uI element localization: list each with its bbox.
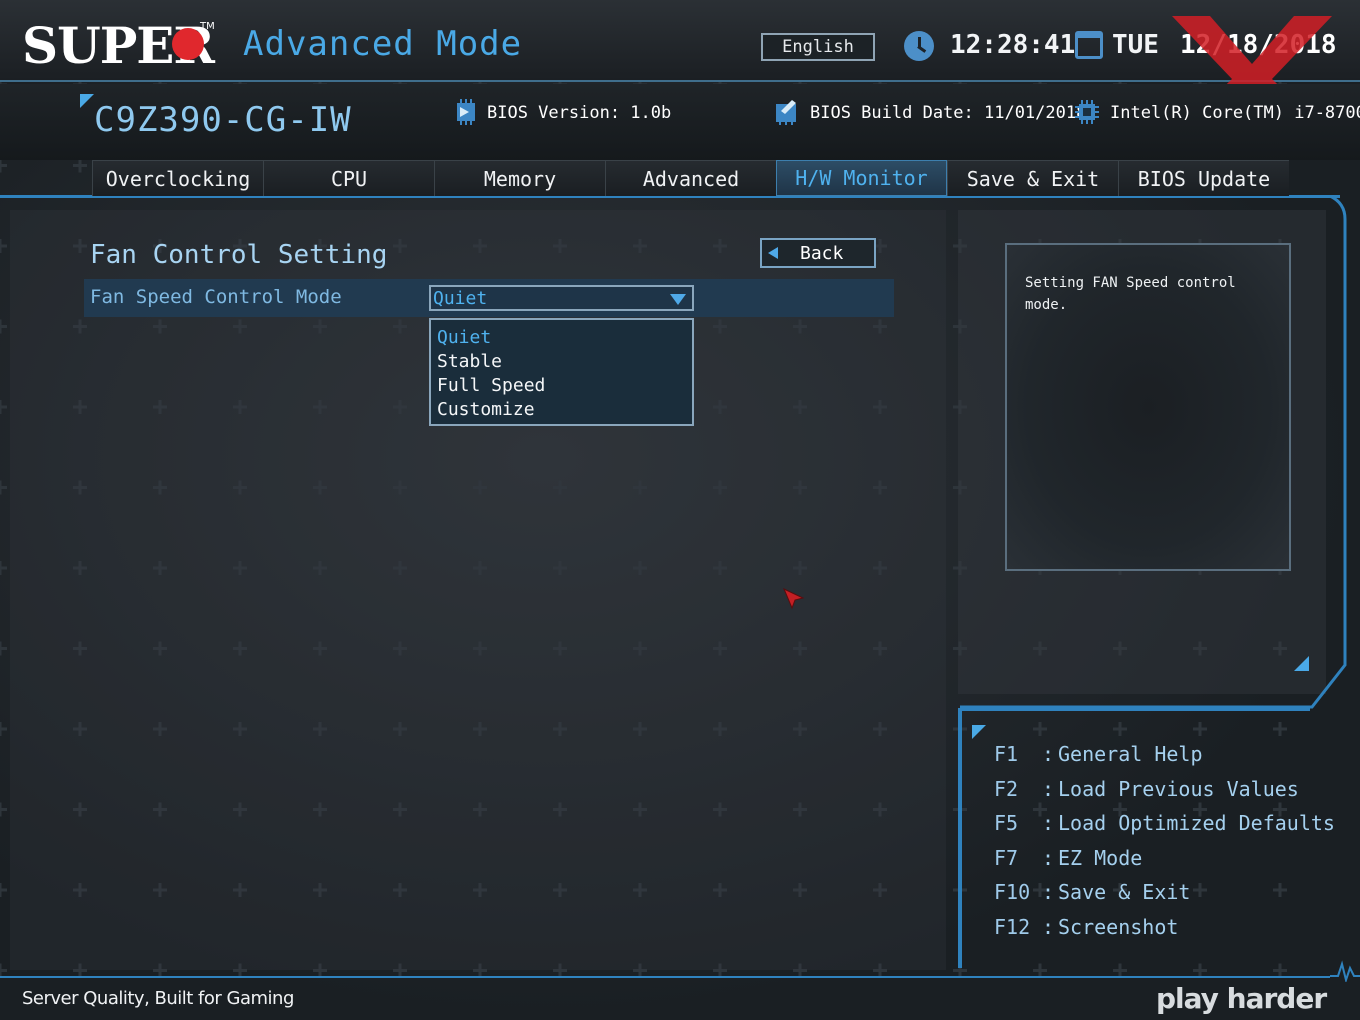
mouse-cursor-icon [783,588,805,610]
mode-title: Advanced Mode [243,24,523,64]
footer-tagline: play harder [1156,982,1327,1015]
tab-save-exit[interactable]: Save & Exit [947,160,1118,196]
key-row-f10: F10: Save & Exit [994,880,1191,904]
key-label: F2 [994,776,1019,801]
key-action: General Help [1058,742,1203,766]
board-model: C9Z390-CG-IW [94,100,352,140]
tab-hw-monitor[interactable]: H/W Monitor [776,160,947,196]
calendar-icon [1075,31,1103,59]
fan-speed-mode-select[interactable]: Quiet [429,285,694,311]
dropdown-option-quiet[interactable]: Quiet [431,326,692,350]
build-tool-icon [776,100,796,125]
tab-memory[interactable]: Memory [434,160,605,196]
key-action: Screenshot [1058,914,1179,939]
key-legend-frame-side [958,710,962,968]
clock-icon [904,31,934,61]
footer-slogan: Server Quality, Built for Gaming [22,988,294,1009]
key-legend: F1: General Help F2: Load Previous Values … [994,742,1335,949]
dropdown-option-customize[interactable]: Customize [431,398,692,422]
key-row-f7: F7: EZ Mode [994,845,1143,870]
cpu-icon [1075,100,1099,124]
back-button[interactable]: Back [760,238,876,268]
tab-overclocking[interactable]: Overclocking [92,160,263,196]
bios-chip-icon [457,99,475,125]
footer-divider [0,976,1330,978]
key-row-f12: F12: Screenshot [994,914,1179,939]
section-title: Fan Control Setting [90,240,388,270]
key-row-f1: F1: General Help [994,742,1203,766]
dropdown-arrow-icon [670,294,686,305]
logo-trademark: TM [200,21,215,32]
key-action: Load Previous Values [1058,776,1299,801]
corner-marker [1294,656,1309,671]
key-label: F12 [994,914,1031,939]
logo-red-dot [172,28,204,60]
bios-build-date: BIOS Build Date: 11/01/2018 [810,103,1087,123]
main-tabs: Overclocking CPU Memory Advanced H/W Mon… [92,160,1289,196]
tab-cpu[interactable]: CPU [263,160,434,196]
fan-speed-mode-label: Fan Speed Control Mode [90,286,342,308]
key-label: F7 [994,845,1019,870]
language-select[interactable]: English [761,33,875,61]
key-action: EZ Mode [1058,845,1143,870]
fan-speed-mode-dropdown: Quiet Stable Full Speed Customize [429,318,694,426]
tab-advanced[interactable]: Advanced [605,160,776,196]
back-arrow-icon [768,247,778,259]
system-time[interactable]: 12:28:41 [950,30,1075,60]
system-day: TUE [1112,30,1159,60]
pulse-line-icon [1330,960,1360,982]
corner-marker [80,94,94,108]
key-action: Load Optimized Defaults [1058,811,1335,835]
key-row-f5: F5: Load Optimized Defaults [994,811,1335,835]
corner-marker [972,725,986,739]
dropdown-option-full-speed[interactable]: Full Speed [431,374,692,398]
fan-speed-mode-value: Quiet [433,288,488,309]
tab-bios-update[interactable]: BIOS Update [1118,160,1289,196]
key-action: Save & Exit [1058,880,1191,904]
bios-version: BIOS Version: 1.0b [487,103,672,123]
help-description: Setting FAN Speed control mode. [1025,275,1236,313]
key-label: F10 [994,880,1031,904]
back-button-label: Back [800,242,844,264]
key-label: F5 [994,811,1019,835]
dropdown-option-stable[interactable]: Stable [431,350,692,374]
key-label: F1 [994,742,1019,766]
key-row-f2: F2: Load Previous Values [994,776,1299,801]
cpu-info: Intel(R) Core(TM) i7-8700K [1110,103,1360,123]
key-legend-frame [958,708,1310,711]
